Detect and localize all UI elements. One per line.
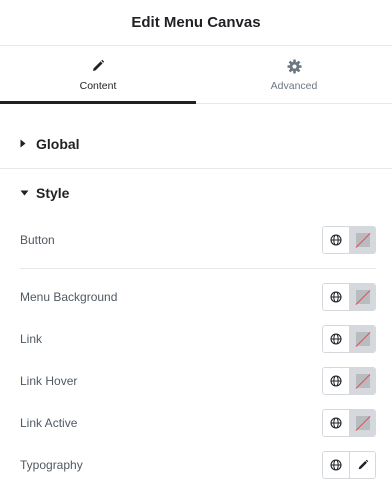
section-style-header[interactable]: Style (0, 168, 392, 218)
caret-right-icon (20, 139, 30, 148)
typography-control (322, 451, 376, 479)
globe-icon (330, 417, 342, 429)
no-color-icon (355, 416, 370, 430)
global-colors-button[interactable] (323, 368, 350, 394)
control-label: Menu Background (20, 290, 118, 304)
color-swatch-button[interactable] (350, 410, 375, 436)
control-label: Typography (20, 458, 83, 472)
caret-down-icon (20, 190, 30, 196)
section-global-header[interactable]: Global (0, 119, 392, 169)
control-row-link-hover: Link Hover (0, 367, 392, 395)
color-control (322, 409, 376, 437)
control-label: Button (20, 233, 55, 247)
control-label: Link Active (20, 416, 78, 430)
global-fonts-button[interactable] (323, 452, 350, 478)
globe-icon (330, 333, 342, 345)
no-color-icon (355, 233, 370, 247)
control-row-link: Link (0, 325, 392, 353)
edit-typography-button[interactable] (350, 452, 375, 478)
color-control (322, 226, 376, 254)
tab-content-label: Content (79, 80, 117, 92)
control-row-typography: Typography (0, 451, 392, 479)
global-colors-button[interactable] (323, 410, 350, 436)
global-colors-button[interactable] (323, 284, 350, 310)
tab-content[interactable]: Content (0, 46, 196, 104)
control-row-menu-background: Menu Background (0, 283, 392, 311)
section-style-title: Style (36, 185, 70, 201)
gear-icon (286, 57, 302, 75)
color-swatch-button[interactable] (350, 284, 375, 310)
pencil-icon (91, 57, 105, 75)
color-control (322, 367, 376, 395)
section-global-title: Global (36, 135, 80, 152)
globe-icon (330, 234, 342, 246)
control-row-button: Button (0, 226, 392, 254)
globe-icon (330, 459, 342, 471)
color-swatch-button[interactable] (350, 368, 375, 394)
control-row-link-active: Link Active (0, 409, 392, 437)
tab-bar: Content Advanced (0, 46, 392, 104)
no-color-icon (355, 332, 370, 346)
control-label: Link Hover (20, 374, 78, 388)
global-colors-button[interactable] (323, 326, 350, 352)
panel-title: Edit Menu Canvas (131, 14, 261, 31)
tab-advanced-label: Advanced (270, 80, 318, 92)
globe-icon (330, 291, 342, 303)
control-label: Link (20, 332, 43, 346)
globe-icon (330, 375, 342, 387)
color-swatch-button[interactable] (350, 326, 375, 352)
global-colors-button[interactable] (323, 227, 350, 253)
no-color-icon (355, 290, 370, 304)
color-control (322, 283, 376, 311)
pencil-icon (358, 459, 368, 470)
color-control (322, 325, 376, 353)
no-color-icon (355, 374, 370, 388)
color-swatch-button[interactable] (350, 227, 375, 253)
tab-advanced[interactable]: Advanced (196, 46, 392, 103)
divider (20, 268, 376, 269)
panel-header: Edit Menu Canvas (0, 0, 392, 46)
